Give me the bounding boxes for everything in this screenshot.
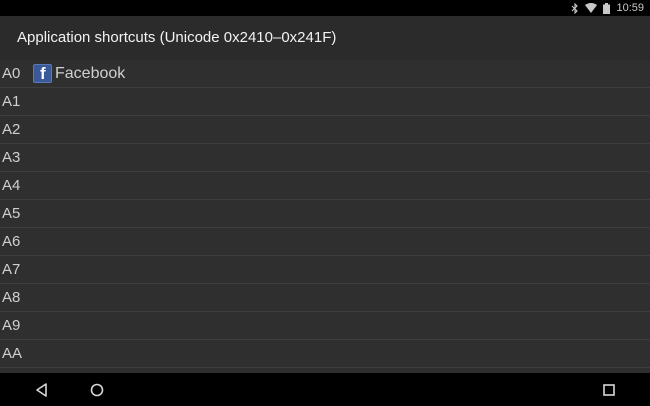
status-icons: 10:59	[571, 2, 644, 14]
shortcut-app: f Facebook	[33, 64, 125, 83]
home-icon[interactable]	[88, 381, 106, 399]
shortcut-code: A5	[2, 205, 21, 222]
battery-icon	[603, 2, 611, 14]
list-item-a4[interactable]: A4	[0, 172, 650, 200]
action-bar: Application shortcuts (Unicode 0x2410–0x…	[0, 16, 650, 60]
recents-icon[interactable]	[600, 381, 618, 399]
tablet-screen: 10:59 Application shortcuts (Unicode 0x2…	[0, 0, 650, 406]
app-name: Facebook	[55, 64, 126, 82]
shortcut-code: A0	[2, 65, 21, 82]
page-title: Application shortcuts (Unicode 0x2410–0x…	[17, 29, 337, 46]
list-item-a9[interactable]: A9	[0, 312, 650, 340]
shortcut-code: A1	[2, 93, 21, 110]
list-item-a5[interactable]: A5	[0, 200, 650, 228]
clock: 10:59	[616, 2, 644, 14]
shortcut-code: A4	[2, 177, 21, 194]
shortcut-code: A9	[2, 317, 21, 334]
shortcut-code: AA	[2, 345, 23, 362]
shortcut-list: A0 f Facebook A1 A2 A3 A4 A5 A6 A7 A8 A9…	[0, 60, 650, 373]
list-item-a0[interactable]: A0 f Facebook	[0, 60, 650, 88]
list-item-a7[interactable]: A7	[0, 256, 650, 284]
shortcut-code: A6	[2, 233, 21, 250]
back-icon[interactable]	[33, 381, 51, 399]
bluetooth-icon	[571, 2, 579, 14]
shortcut-code: A3	[2, 149, 21, 166]
list-item-a1[interactable]: A1	[0, 88, 650, 116]
list-item-a6[interactable]: A6	[0, 228, 650, 256]
navigation-bar	[0, 373, 650, 406]
shortcut-code: A7	[2, 261, 21, 278]
wifi-icon	[585, 3, 598, 13]
facebook-icon: f	[33, 64, 52, 83]
list-item-a8[interactable]: A8	[0, 284, 650, 312]
list-item-a3[interactable]: A3	[0, 144, 650, 172]
status-bar: 10:59	[0, 0, 650, 16]
shortcut-code: A2	[2, 121, 21, 138]
shortcut-code: A8	[2, 289, 21, 306]
list-item-a2[interactable]: A2	[0, 116, 650, 144]
list-item-aa[interactable]: AA	[0, 340, 650, 368]
